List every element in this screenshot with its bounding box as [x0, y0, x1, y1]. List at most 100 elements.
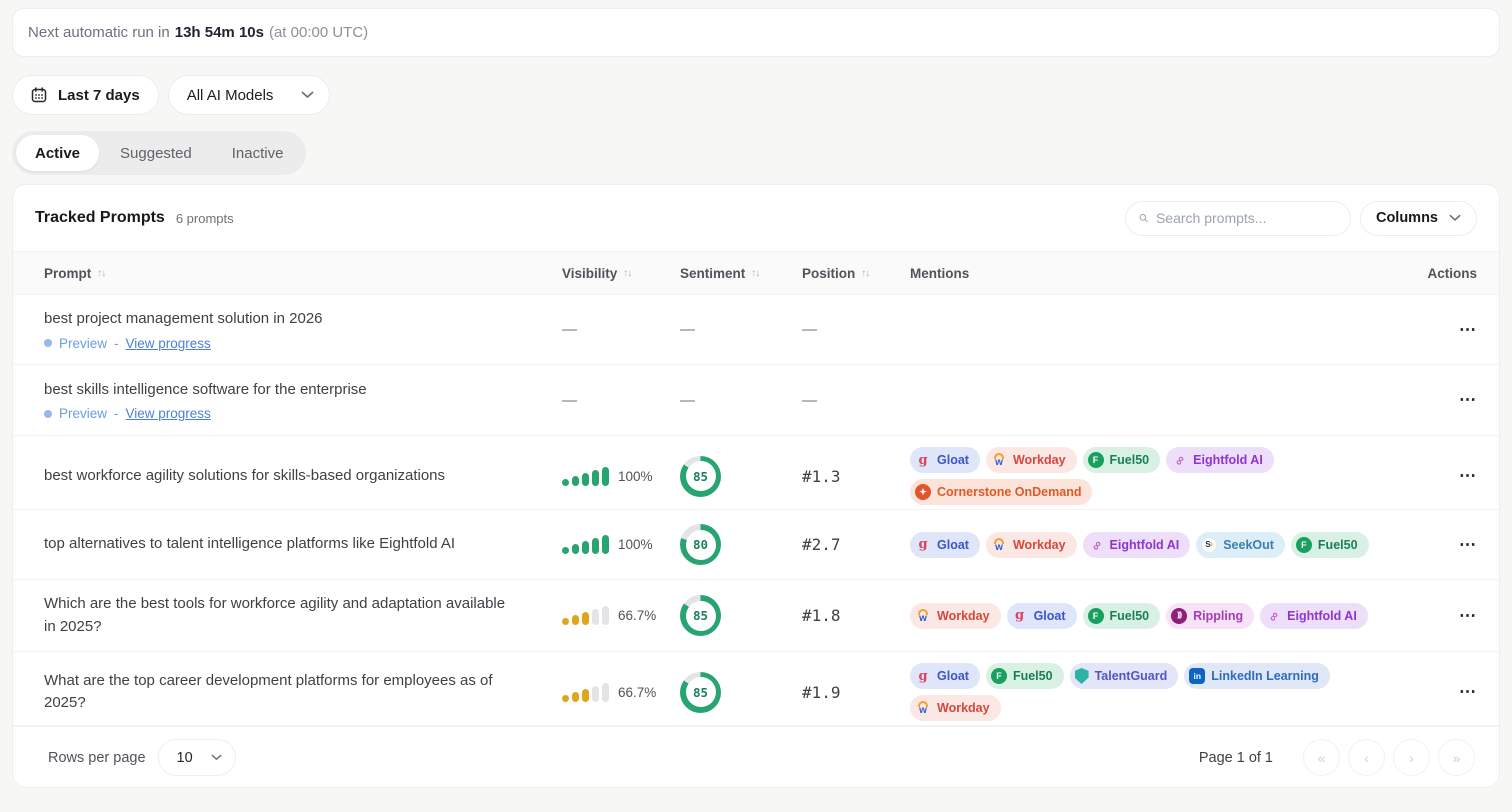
sort-icon[interactable]: ↑↓ — [861, 268, 869, 279]
visibility-bars-icon — [562, 467, 609, 486]
sort-icon[interactable]: ↑↓ — [751, 268, 759, 279]
chevron-down-icon — [301, 91, 314, 99]
position-value: #2.7 — [802, 535, 910, 554]
visibility-percent: 66.7% — [618, 608, 656, 623]
prompt-text: top alternatives to talent intelligence … — [44, 533, 562, 556]
row-actions-button[interactable]: ⋯ — [1459, 682, 1477, 702]
prompt-cell: best project management solution in 2026… — [44, 308, 562, 351]
mention-badge-workday[interactable]: wWorkday — [986, 532, 1077, 558]
sentiment-ring: 85 — [680, 595, 721, 636]
mention-badge-linkedin-learning[interactable]: inLinkedIn Learning — [1184, 663, 1330, 689]
row-actions-button[interactable]: ⋯ — [1459, 466, 1477, 486]
table-row: Which are the best tools for workforce a… — [13, 580, 1499, 652]
mention-badge-eightfold[interactable]: ∞Eightfold AI — [1260, 603, 1368, 629]
tab-active[interactable]: Active — [16, 135, 99, 171]
row-actions-button[interactable]: ⋯ — [1459, 390, 1477, 410]
page-indicator: Page 1 of 1 — [1199, 750, 1273, 766]
table-row: best workforce agility solutions for ski… — [13, 436, 1499, 510]
preview-dot-icon — [44, 339, 52, 347]
mention-badge-eightfold[interactable]: ∞Eightfold AI — [1083, 532, 1191, 558]
ai-models-select[interactable]: All AI Models — [168, 75, 331, 115]
prompt-text: best workforce agility solutions for ski… — [44, 465, 562, 488]
table-footer: Rows per page 10 Page 1 of 1 « ‹ › » — [13, 726, 1499, 788]
view-progress-link[interactable]: View progress — [126, 406, 211, 421]
table-row: best skills intelligence software for th… — [13, 365, 1499, 436]
mention-badge-fuel50[interactable]: FFuel50 — [1083, 603, 1161, 629]
mention-badge-eightfold[interactable]: ∞Eightfold AI — [1166, 447, 1274, 473]
tracked-prompts-panel: Tracked Prompts 6 prompts Columns — [12, 184, 1500, 788]
sentiment-score: 80 — [686, 530, 716, 560]
mention-badge-seekout[interactable]: S›SeekOut — [1196, 532, 1285, 558]
row-actions-button[interactable]: ⋯ — [1459, 535, 1477, 555]
mention-badge-gloat[interactable]: gGloat — [1007, 603, 1077, 629]
prev-page-button[interactable]: ‹ — [1348, 739, 1385, 776]
mention-badge-fuel50[interactable]: FFuel50 — [1291, 532, 1369, 558]
row-actions-button[interactable]: ⋯ — [1459, 606, 1477, 626]
table-header: Prompt↑↓ Visibility↑↓ Sentiment↑↓ Positi… — [13, 251, 1499, 295]
gloat-icon: g — [1012, 608, 1028, 624]
mention-badge-cornerstone[interactable]: ✦Cornerstone OnDemand — [910, 479, 1092, 505]
header-sentiment[interactable]: Sentiment↑↓ — [680, 266, 802, 281]
last-page-button[interactable]: » — [1438, 739, 1475, 776]
status-tabs: Active Suggested Inactive — [12, 131, 306, 175]
header-visibility[interactable]: Visibility↑↓ — [562, 266, 680, 281]
workday-icon: w — [991, 452, 1007, 468]
row-actions-button[interactable]: ⋯ — [1459, 320, 1477, 340]
tab-suggested[interactable]: Suggested — [101, 135, 211, 171]
preview-dot-icon — [44, 410, 52, 418]
visibility-bars-icon — [562, 606, 609, 625]
eightfold-icon: ∞ — [1085, 533, 1107, 555]
workday-icon: w — [915, 700, 931, 716]
visibility-bars-icon — [562, 683, 609, 702]
view-progress-link[interactable]: View progress — [126, 336, 211, 351]
position-value: #1.8 — [802, 606, 910, 625]
mention-badge-gloat[interactable]: gGloat — [910, 532, 980, 558]
table-row: What are the top career development plat… — [13, 652, 1499, 726]
panel-title: Tracked Prompts — [35, 209, 165, 227]
next-page-button[interactable]: › — [1393, 739, 1430, 776]
sort-icon[interactable]: ↑↓ — [97, 268, 105, 279]
actions-cell: ⋯ — [1421, 320, 1477, 340]
tab-inactive[interactable]: Inactive — [213, 135, 303, 171]
fuel50-icon: F — [1088, 452, 1104, 468]
first-page-button[interactable]: « — [1303, 739, 1340, 776]
visibility-indicator: 66.7% — [562, 683, 680, 702]
rows-per-page-select[interactable]: 10 — [158, 739, 236, 776]
prompt-cell: best skills intelligence software for th… — [44, 379, 562, 422]
header-prompt[interactable]: Prompt↑↓ — [44, 266, 562, 281]
search-input[interactable] — [1156, 210, 1337, 226]
table-row: top alternatives to talent intelligence … — [13, 510, 1499, 580]
mention-badge-workday[interactable]: wWorkday — [910, 695, 1001, 721]
chevron-down-icon — [211, 754, 222, 761]
sentiment-ring: 85 — [680, 456, 721, 497]
prompt-count-badge: 6 prompts — [176, 211, 234, 226]
sentiment-score: 85 — [686, 461, 716, 491]
mention-badge-talentguard[interactable]: TalentGuard — [1070, 663, 1179, 689]
header-mentions: Mentions — [910, 266, 1421, 281]
mention-badge-fuel50[interactable]: FFuel50 — [1083, 447, 1161, 473]
sort-icon[interactable]: ↑↓ — [623, 268, 631, 279]
mention-badge-gloat[interactable]: gGloat — [910, 447, 980, 473]
mention-badge-workday[interactable]: wWorkday — [910, 603, 1001, 629]
sentiment-cell: 85 — [680, 456, 802, 497]
mention-badge-rippling[interactable]: )))Rippling — [1166, 603, 1254, 629]
date-range-label: Last 7 days — [58, 87, 140, 104]
mention-badge-fuel50[interactable]: FFuel50 — [986, 663, 1064, 689]
date-range-button[interactable]: Last 7 days — [12, 75, 159, 115]
position-value: #1.3 — [802, 467, 910, 486]
header-position[interactable]: Position↑↓ — [802, 266, 910, 281]
linkedin-icon: in — [1189, 668, 1205, 684]
workday-icon: w — [991, 537, 1007, 553]
mention-badge-workday[interactable]: wWorkday — [986, 447, 1077, 473]
visibility-indicator: 100% — [562, 535, 680, 554]
next-run-suffix: (at 00:00 UTC) — [269, 24, 368, 41]
header-actions: Actions — [1421, 266, 1477, 281]
visibility-indicator: 66.7% — [562, 606, 680, 625]
search-icon — [1139, 211, 1148, 225]
visibility-percent: 66.7% — [618, 685, 656, 700]
visibility-empty: — — [562, 392, 680, 409]
prompt-text: best skills intelligence software for th… — [44, 379, 562, 402]
columns-button[interactable]: Columns — [1360, 201, 1477, 236]
mention-badge-gloat[interactable]: gGloat — [910, 663, 980, 689]
sentiment-ring: 85 — [680, 672, 721, 713]
